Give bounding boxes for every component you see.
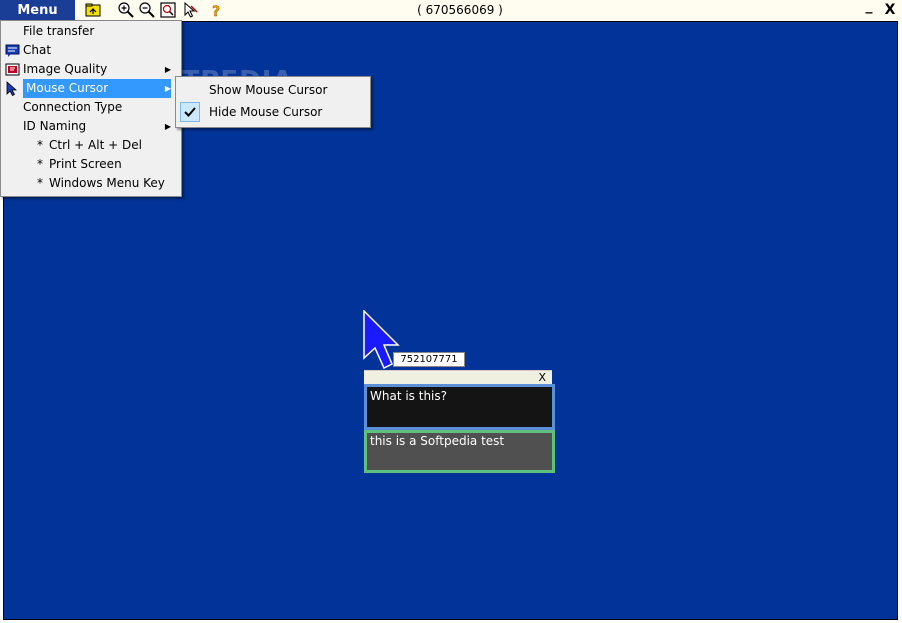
mouse-cursor-submenu: Show Mouse Cursor Hide Mouse Cursor <box>175 76 371 128</box>
image-quality-icon <box>5 63 20 76</box>
chat-titlebar: X <box>364 370 552 385</box>
menu-item-chat[interactable]: Chat <box>3 41 179 60</box>
remote-cursor-label: 752107771 <box>393 352 465 367</box>
menu-item-id-naming[interactable]: ID Naming ▶ <box>3 117 179 136</box>
menu-item-connection-type[interactable]: Connection Type <box>3 98 179 117</box>
main-menu: File transfer Chat Image Quality ▶ Mouse… <box>0 20 182 197</box>
menu-item-mouse-cursor[interactable]: Mouse Cursor ▶ <box>3 79 179 98</box>
submenu-arrow-icon: ▶ <box>164 122 171 131</box>
toolbar: Menu ? ( 670566069 ) _ X <box>0 0 902 21</box>
submenu-item-hide-mouse-cursor[interactable]: Hide Mouse Cursor <box>178 101 368 123</box>
svg-text:?: ? <box>212 4 220 18</box>
menu-item-label: File transfer <box>23 24 95 38</box>
bullet-star: * <box>37 138 43 152</box>
submenu-arrow-icon: ▶ <box>164 84 171 93</box>
minimize-button[interactable]: _ <box>862 0 876 17</box>
submenu-arrow-icon: ▶ <box>164 65 171 74</box>
zoom-in-icon[interactable] <box>118 2 134 18</box>
menu-item-label: Connection Type <box>23 100 123 114</box>
menu-item-label: Print Screen <box>49 157 122 171</box>
menu-button[interactable]: Menu <box>0 0 75 21</box>
submenu-item-show-mouse-cursor[interactable]: Show Mouse Cursor <box>178 79 368 101</box>
menu-item-label: Chat <box>23 43 52 57</box>
help-icon[interactable]: ? <box>208 2 224 18</box>
folder-transfer-icon[interactable] <box>85 2 101 18</box>
chat-input-text: this is a Softpedia test <box>370 434 505 448</box>
menu-item-label: Mouse Cursor <box>23 79 171 98</box>
close-button[interactable]: X <box>882 0 898 21</box>
menu-item-windows-menu-key[interactable]: * Windows Menu Key <box>3 174 179 193</box>
fit-screen-icon[interactable] <box>160 2 176 18</box>
bullet-star: * <box>37 176 43 190</box>
submenu-item-label: Hide Mouse Cursor <box>209 105 323 119</box>
checkmark-box <box>180 102 200 122</box>
pointer-icon[interactable] <box>182 2 198 18</box>
menu-item-print-screen[interactable]: * Print Screen <box>3 155 179 174</box>
menu-item-ctrl-alt-del[interactable]: * Ctrl + Alt + Del <box>3 136 179 155</box>
menu-item-label: Windows Menu Key <box>49 176 165 190</box>
chat-window: X What is this? this is a Softpedia test <box>364 370 555 473</box>
chat-incoming-message: What is this? <box>370 389 448 403</box>
chat-input-field[interactable]: this is a Softpedia test <box>364 430 555 473</box>
checkmark-icon <box>184 107 196 117</box>
menu-item-label: Ctrl + Alt + Del <box>49 138 142 152</box>
chat-icon <box>5 44 20 57</box>
zoom-out-icon[interactable] <box>139 2 155 18</box>
cursor-icon <box>6 81 18 96</box>
bullet-star: * <box>37 157 43 171</box>
chat-close-button[interactable]: X <box>538 371 546 385</box>
menu-item-file-transfer[interactable]: File transfer <box>3 22 179 41</box>
session-id-label: ( 670566069 ) <box>417 3 503 17</box>
menu-item-image-quality[interactable]: Image Quality ▶ <box>3 60 179 79</box>
menu-item-label: Image Quality <box>23 62 108 76</box>
menu-item-label: ID Naming <box>23 119 87 133</box>
chat-message-history: What is this? <box>364 384 555 430</box>
submenu-item-label: Show Mouse Cursor <box>209 83 328 97</box>
